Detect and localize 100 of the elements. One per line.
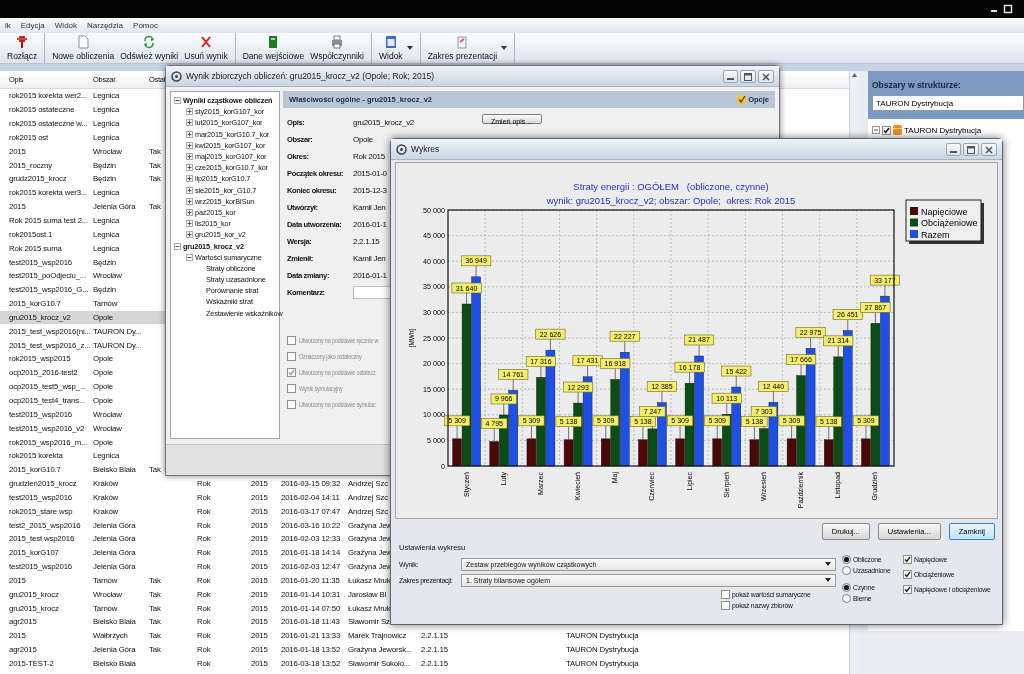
leader-line (754, 426, 755, 440)
leader-line (614, 368, 616, 380)
leader-line (847, 319, 849, 331)
checkbox-icon (903, 555, 912, 564)
leader-line (828, 426, 830, 440)
expand-icon[interactable] (186, 119, 193, 127)
expand-icon[interactable] (186, 153, 193, 161)
minimize-button[interactable] (723, 69, 738, 83)
menu-item[interactable]: Pomoc (128, 21, 163, 30)
expand-icon[interactable] (186, 108, 193, 116)
checkbox-icon (287, 351, 296, 361)
caret-icon (825, 578, 831, 582)
expand-icon[interactable] (186, 231, 193, 239)
printer-icon (330, 35, 345, 49)
expand-icon[interactable] (186, 141, 193, 149)
legend-swatch (910, 207, 918, 215)
minimize-icon (727, 77, 734, 80)
toolbar-button[interactable]: Dane wejściowe (239, 33, 308, 63)
checkbox-icon (721, 590, 730, 599)
menu-item[interactable]: Widok (49, 21, 83, 30)
collapse-icon[interactable] (872, 126, 880, 134)
leader-line (810, 337, 811, 349)
leader-line (531, 425, 532, 440)
chart-title: Straty energii : OGÓŁEM (obliczone, czynne) (573, 181, 769, 192)
minimize-button[interactable] (946, 142, 961, 156)
area-field[interactable]: TAURON Dystrybucja (872, 95, 1024, 111)
field-value: Opole (352, 135, 373, 144)
leader-line (689, 371, 690, 384)
leader-line (605, 425, 607, 440)
clipboard-icon (455, 35, 470, 49)
collapse-icon[interactable] (186, 253, 193, 261)
checkbox[interactable] (882, 125, 891, 135)
checkbox-icon (721, 601, 730, 610)
window-title: Wykres (411, 144, 441, 154)
leader-line (475, 265, 477, 278)
window-title: Wynik zbiorczych obliczeń: gru2015_krocz_v2 (Opole; Rok; 2015) (186, 71, 435, 81)
leader-line (624, 340, 626, 353)
toolbar-button[interactable]: Rozłącz (4, 33, 41, 63)
bar (638, 439, 648, 467)
up-arrow-icon (850, 71, 859, 79)
caret-icon (501, 46, 508, 50)
leader-line (540, 366, 542, 378)
chart-subtitle: wynik: gru2015_krocz_v2; obszar: Opole; okres: Rok 2015 (546, 195, 796, 206)
expand-icon[interactable] (186, 175, 193, 183)
toolbar-button[interactable]: Nowe obliczenia (49, 33, 118, 63)
toolbar-button[interactable]: Usuń wynik (181, 33, 231, 63)
toolbar-button[interactable]: Zakres prezentacji (424, 33, 511, 63)
checkbox-icon (903, 570, 912, 579)
maximize-icon (1002, 4, 1014, 14)
caret-icon (825, 562, 831, 566)
menu-item[interactable]: ik (0, 21, 16, 30)
leader-line (735, 375, 737, 388)
refresh-icon (142, 35, 157, 49)
tree-item[interactable]: TAURON Dystrybucja (904, 125, 982, 135)
leader-line (587, 365, 588, 378)
field-value: 2.2.1.15 (352, 237, 380, 246)
leader-line (568, 426, 569, 440)
expand-icon[interactable] (186, 197, 193, 205)
field-value: Rok 2015 (352, 152, 385, 161)
leader-line (791, 425, 792, 440)
maximize-button[interactable] (740, 69, 756, 83)
menu-item[interactable]: Edycja (15, 21, 50, 30)
field-value: 2015-01-0 (352, 169, 387, 178)
leader-line (456, 425, 458, 440)
collapse-icon[interactable] (174, 242, 181, 250)
leader-line (642, 426, 644, 440)
expand-icon[interactable] (186, 208, 193, 216)
expand-icon[interactable] (186, 164, 193, 172)
leader-line (550, 338, 551, 351)
legend-swatch (910, 230, 918, 238)
legend-label: Razem (921, 229, 950, 240)
expand-icon[interactable] (186, 186, 193, 194)
close-button[interactable] (758, 69, 774, 83)
expand-icon[interactable] (186, 130, 193, 138)
close-button[interactable] (981, 142, 997, 156)
close-icon (762, 72, 770, 81)
checkbox-icon (882, 125, 891, 135)
checkbox-icon (287, 399, 296, 409)
checkbox-icon (903, 585, 912, 594)
maximize-button[interactable] (963, 142, 979, 156)
checkbox-icon (287, 367, 296, 377)
leader-line (773, 391, 774, 403)
leader-line (865, 425, 867, 440)
panel-title: Obszary w strukturze: (872, 80, 962, 90)
maximize-icon (744, 72, 752, 81)
leader-line (679, 425, 681, 440)
menu-item[interactable]: Narzędzia (82, 21, 129, 30)
legend-label: Napięciowe (921, 206, 968, 217)
maximize-icon (967, 145, 975, 154)
checkbox-icon (287, 383, 296, 393)
leader-line (716, 425, 718, 440)
leader-line (493, 428, 495, 442)
toolbar-button[interactable]: Współczynniki (307, 33, 367, 63)
collapse-icon[interactable] (174, 97, 181, 105)
toolbar-button[interactable]: Widok (376, 33, 416, 63)
expand-icon[interactable] (186, 220, 193, 228)
checklist-icon (737, 95, 747, 104)
toolbar-button[interactable]: Odśwież wyniki (117, 33, 182, 63)
leader-line (875, 312, 876, 324)
leader-line (837, 345, 839, 358)
